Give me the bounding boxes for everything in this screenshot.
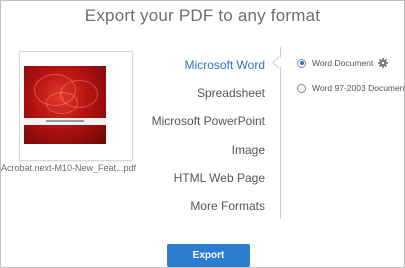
- export-dialog: Export your PDF to any format Acrobat.ne…: [0, 0, 405, 268]
- format-image[interactable]: Image: [232, 143, 265, 157]
- export-button[interactable]: Export: [167, 244, 250, 267]
- dialog-title: Export your PDF to any format: [84, 6, 321, 25]
- panel-divider: [280, 47, 281, 219]
- pdf-cover-image: [24, 66, 106, 144]
- selection-pointer: [272, 56, 285, 69]
- gear-icon[interactable]: [378, 58, 389, 68]
- pdf-thumbnail[interactable]: [19, 51, 133, 161]
- option-word-97-2003-label: Word 97-2003 Document: [312, 83, 405, 93]
- option-word-document-label: Word Document: [312, 58, 374, 68]
- format-microsoft-powerpoint[interactable]: Microsoft PowerPoint: [152, 114, 265, 128]
- format-html-web-page[interactable]: HTML Web Page: [174, 171, 265, 185]
- format-microsoft-word[interactable]: Microsoft Word: [185, 58, 265, 72]
- radio-word-document[interactable]: [297, 58, 306, 68]
- radio-word-97-2003-document[interactable]: [297, 83, 306, 93]
- option-word-document[interactable]: Word Document: [297, 58, 389, 68]
- format-more-formats[interactable]: More Formats: [190, 199, 265, 213]
- option-word-97-2003-document[interactable]: Word 97-2003 Document: [297, 83, 405, 93]
- file-name: Acrobat.next-M10-New_Feat...pdf: [1, 163, 137, 173]
- format-spreadsheet[interactable]: Spreadsheet: [197, 86, 265, 100]
